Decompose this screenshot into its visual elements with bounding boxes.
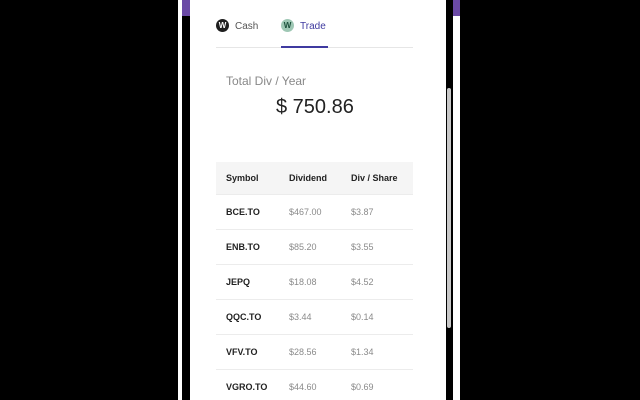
table-header: Symbol Dividend Div / Share	[216, 162, 413, 194]
table-row: VGRO.TO $44.60 $0.69	[216, 369, 413, 400]
tab-cash-label: Cash	[235, 21, 259, 32]
cell-div-per-share: $0.69	[351, 382, 374, 392]
dividend-table: Symbol Dividend Div / Share BCE.TO $467.…	[216, 162, 413, 400]
cell-symbol: VGRO.TO	[226, 382, 268, 392]
background-window-edge	[178, 0, 182, 400]
background-header-bar-right	[453, 0, 460, 16]
cell-dividend: $3.44	[289, 312, 312, 322]
table-row: BCE.TO $467.00 $3.87	[216, 194, 413, 229]
tab-bar: W Cash W Trade	[216, 0, 413, 48]
cell-dividend: $44.60	[289, 382, 317, 392]
table-row: JEPQ $18.08 $4.52	[216, 264, 413, 299]
total-dividend-value: $ 750.86	[276, 96, 354, 118]
cell-dividend: $85.20	[289, 242, 317, 252]
cell-symbol: JEPQ	[226, 277, 251, 287]
tab-trade[interactable]: W Trade	[281, 19, 328, 48]
header-dividend: Dividend	[289, 173, 328, 183]
tab-cash[interactable]: W Cash	[216, 19, 259, 47]
header-div-per-share: Div / Share	[351, 173, 398, 183]
tab-trade-label: Trade	[300, 21, 326, 32]
active-tab-indicator	[281, 46, 328, 48]
cell-div-per-share: $0.14	[351, 312, 374, 322]
cell-symbol: VFV.TO	[226, 347, 258, 357]
cell-symbol: QQC.TO	[226, 312, 262, 322]
cell-div-per-share: $1.34	[351, 347, 374, 357]
cell-dividend: $18.08	[289, 277, 317, 287]
cell-div-per-share: $3.55	[351, 242, 374, 252]
background-window-edge-right	[453, 16, 460, 400]
table-row: ENB.TO $85.20 $3.55	[216, 229, 413, 264]
wealthsimple-trade-logo-icon: W	[281, 19, 294, 32]
table-row: VFV.TO $28.56 $1.34	[216, 334, 413, 369]
cell-div-per-share: $3.87	[351, 207, 374, 217]
cell-symbol: BCE.TO	[226, 207, 260, 217]
background-header-bar	[182, 0, 190, 16]
cell-dividend: $467.00	[289, 207, 322, 217]
cell-symbol: ENB.TO	[226, 242, 260, 252]
total-dividend-label: Total Div / Year	[226, 74, 307, 88]
cell-dividend: $28.56	[289, 347, 317, 357]
wealthsimple-logo-icon: W	[216, 19, 229, 32]
cell-div-per-share: $4.52	[351, 277, 374, 287]
vertical-scrollbar[interactable]	[447, 88, 451, 328]
dividend-popup: W Cash W Trade Total Div / Year $ 750.86…	[190, 0, 446, 400]
table-row: QQC.TO $3.44 $0.14	[216, 299, 413, 334]
header-symbol: Symbol	[226, 173, 259, 183]
